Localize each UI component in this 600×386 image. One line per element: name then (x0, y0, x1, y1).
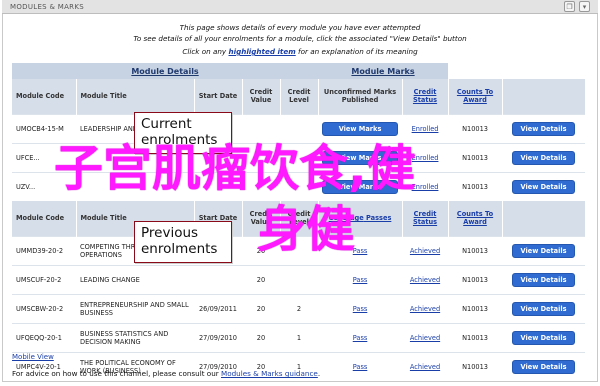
result-link[interactable]: Pass (353, 334, 368, 342)
award-code: N10013 (448, 142, 503, 172)
module-marks-header[interactable]: Module Marks (318, 63, 449, 79)
credit-status-link[interactable]: Achieved (410, 305, 440, 313)
table-row: UMSCBW-20-2 ENTREPRENEURSHIP AND SMALL B… (12, 293, 586, 323)
table-row: UMSCUF-20-2 LEADING CHANGE 20 Pass Achie… (12, 264, 586, 294)
award-code: N10013 (448, 235, 503, 265)
module-title: LEADING CHANGE (76, 264, 194, 294)
credit-status-link[interactable]: Achieved (410, 334, 440, 342)
table-row: UFQEQQ-20-1 BUSINESS STATISTICS AND DECI… (12, 322, 586, 352)
credit-status-link[interactable]: Achieved (410, 363, 440, 371)
intro-line-3-post: for an explanation of its meaning (298, 47, 418, 56)
credit-level: 2 (280, 293, 319, 323)
credit-level: 1 (280, 322, 319, 352)
window-titlebar: MODULES & MARKS ❐ ▾ (2, 0, 598, 14)
award-code: N10013 (448, 322, 503, 352)
start-date: 26/09/2011 (194, 293, 242, 323)
overlay-text-line-1: 子宫肌瘤饮食,健 (54, 140, 416, 197)
restore-icon[interactable]: ❐ (564, 1, 575, 12)
start-date: 27/09/2010 (194, 322, 242, 352)
view-details-button[interactable]: View Details (512, 150, 575, 165)
result-link[interactable]: Pass (353, 305, 368, 313)
award-code: N10013 (448, 264, 503, 294)
module-code: UMSCBW-20-2 (12, 293, 76, 323)
view-details-button[interactable]: View Details (512, 359, 575, 374)
result-link[interactable]: Pass (353, 276, 368, 284)
result-link[interactable]: Pass (353, 363, 368, 371)
menu-icon[interactable]: ▾ (579, 1, 590, 12)
view-details-button[interactable]: View Details (512, 272, 575, 287)
window-title: MODULES & MARKS (10, 3, 84, 11)
award-code: N10013 (448, 351, 503, 381)
view-details-button[interactable]: View Details (512, 330, 575, 345)
view-details-button[interactable]: View Details (512, 243, 575, 258)
credit-status-link[interactable]: Achieved (410, 247, 440, 255)
module-details-header[interactable]: Module Details (12, 63, 319, 79)
column-headers: Module Code Module Title Start Date Cred… (12, 79, 586, 114)
intro-line-3-pre: Click on any (182, 47, 227, 56)
col-counts-to-award[interactable]: Counts To Award (448, 79, 503, 114)
award-code: N10013 (448, 293, 503, 323)
highlighted-item-link[interactable]: highlighted item (228, 47, 295, 56)
footer-text: For advice on how to use this channel, p… (12, 369, 219, 378)
col-module-code: Module Code (12, 201, 77, 236)
credit-status-link[interactable]: Enrolled (412, 125, 439, 133)
previous-enrolments-callout: Previous enrolments (134, 221, 232, 263)
view-details-button[interactable]: View Details (512, 301, 575, 316)
col-credit-value: Credit Value (242, 79, 281, 114)
intro-line-1: This page shows details of every module … (179, 23, 421, 32)
col-counts-to-award[interactable]: Counts To Award (448, 201, 503, 236)
guidance-link[interactable]: Modules & Marks guidance (221, 369, 318, 378)
credit-value: 20 (242, 293, 280, 323)
intro-line-3: Click on any highlighted item for an exp… (0, 47, 600, 56)
footer: For advice on how to use this channel, p… (12, 369, 320, 378)
credit-value: 20 (242, 264, 280, 294)
col-unconfirmed-marks: Unconfirmed Marks Published (318, 79, 403, 114)
passes-label[interactable]: Passes (366, 214, 391, 222)
table-row: UMOCB4-15-M LEADERSHIP AND View Marks En… (12, 113, 586, 143)
module-code: UMMD39-20-2 (12, 235, 76, 265)
mobile-view-link[interactable]: Mobile View (12, 353, 54, 361)
view-details-button[interactable]: View Details (512, 179, 575, 194)
credit-level (280, 264, 319, 294)
credit-value: 20 (242, 322, 280, 352)
module-code: UFQEQQ-20-1 (12, 322, 76, 352)
footer-end: . (317, 369, 321, 378)
start-date (194, 264, 242, 294)
col-start-date: Start Date (194, 79, 243, 114)
col-module-code: Module Code (12, 79, 77, 114)
window-controls: ❐ ▾ (564, 1, 590, 12)
module-code: UMSCUF-20-2 (12, 264, 76, 294)
col-credit-status[interactable]: Credit Status (402, 201, 449, 236)
module-code: UMOCB4-15-M (12, 113, 76, 143)
col-module-title: Module Title (76, 79, 195, 114)
award-code: N10013 (448, 113, 503, 143)
view-marks-button[interactable]: View Marks (321, 121, 399, 136)
col-credit-status[interactable]: Credit Status (402, 79, 449, 114)
module-title: BUSINESS STATISTICS AND DECISION MAKING (76, 322, 194, 352)
award-code: N10013 (448, 171, 503, 201)
intro-line-2: To see details of all your enrolments fo… (133, 34, 467, 43)
col-credit-level: Credit Level (280, 79, 319, 114)
view-details-button[interactable]: View Details (512, 121, 575, 136)
credit-status-link[interactable]: Achieved (410, 276, 440, 284)
overlay-text-line-2: 身健 (257, 201, 356, 258)
module-title: ENTREPRENEURSHIP AND SMALL BUSINESS (76, 293, 194, 323)
